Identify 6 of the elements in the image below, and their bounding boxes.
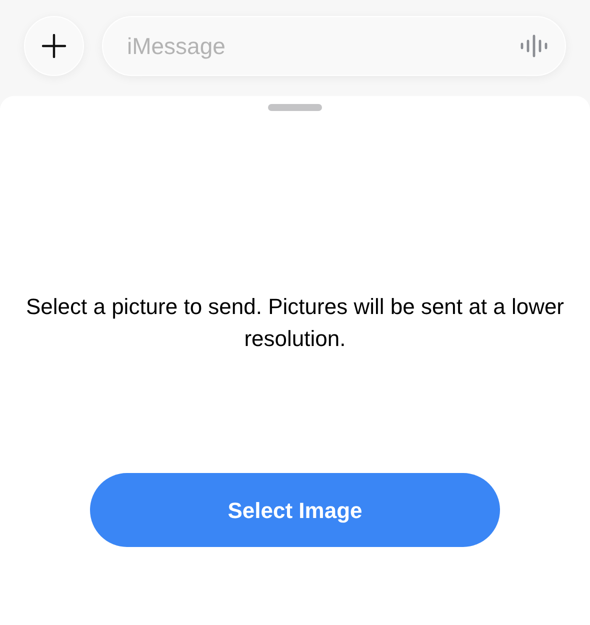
sheet-handle[interactable] xyxy=(268,104,322,111)
select-image-button[interactable]: Select Image xyxy=(90,473,500,547)
plus-icon xyxy=(42,34,66,58)
message-field[interactable]: iMessage xyxy=(102,16,566,76)
instruction-text: Select a picture to send. Pictures will be sent at a lower resolution. xyxy=(24,293,566,353)
waveform-icon xyxy=(520,34,548,58)
